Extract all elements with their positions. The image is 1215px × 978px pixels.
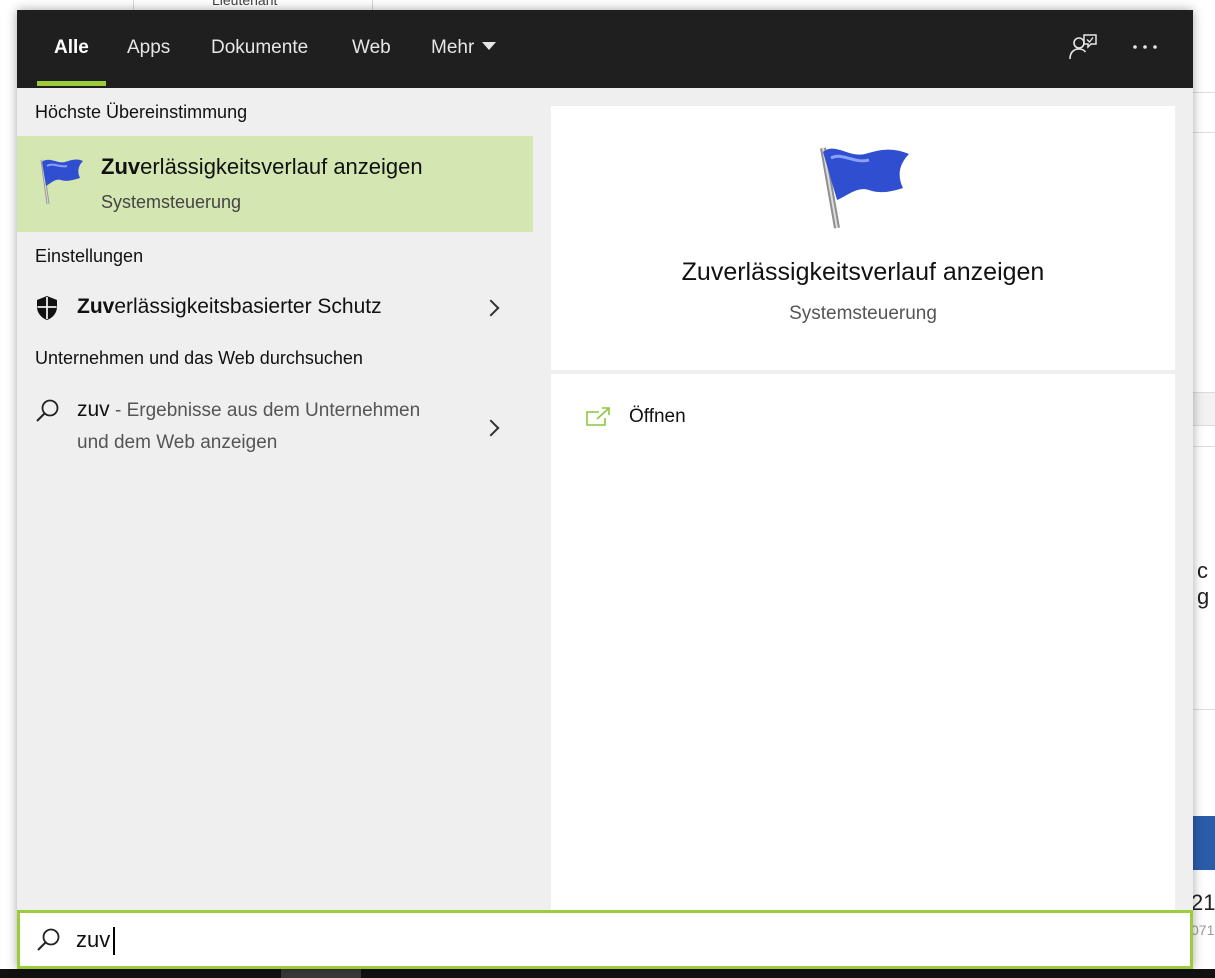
- settings-result-title-rest: erlässigkeitsbasierter Schutz: [114, 295, 382, 318]
- tab-web[interactable]: Web: [352, 10, 391, 88]
- search-flyout: Alle Apps Dokumente Web Mehr Höchste Übe…: [17, 10, 1193, 969]
- search-icon: [35, 398, 61, 424]
- settings-result[interactable]: Zuverlässigkeitsbasierter Schutz: [17, 286, 533, 330]
- search-input[interactable]: [76, 925, 1156, 955]
- best-match-title-rest: erlässigkeitsverlauf anzeigen: [140, 154, 423, 179]
- web-search-description: - Ergebnisse aus dem Unternehmen und dem…: [77, 400, 421, 453]
- search-scope-bar: Alle Apps Dokumente Web Mehr: [17, 10, 1193, 88]
- settings-result-title: Zuverlässigkeitsbasierter Schutz: [77, 295, 382, 319]
- shield-icon: [35, 295, 59, 321]
- web-search-query: zuv: [77, 398, 110, 421]
- feedback-icon[interactable]: [1067, 32, 1099, 64]
- background-header-strip: [1193, 392, 1215, 426]
- tab-more[interactable]: Mehr: [431, 10, 497, 88]
- background-tab: Lieutenant: [133, 0, 373, 10]
- background-divider: [1193, 85, 1215, 93]
- best-match-title: Zuverlässigkeitsverlauf anzeigen: [101, 154, 423, 180]
- best-match-subtitle: Systemsteuerung: [101, 192, 242, 212]
- preview-pane: Zuverlässigkeitsverlauf anzeigen Systems…: [551, 106, 1175, 910]
- open-action-label: Öffnen: [629, 406, 686, 427]
- section-best-match: Höchste Übereinstimmung: [35, 102, 248, 122]
- tab-more-label: Mehr: [431, 37, 475, 58]
- section-settings: Einstellungen: [35, 246, 144, 266]
- background-peek-subtext: 071: [1191, 922, 1215, 938]
- taskbar-item[interactable]: [281, 969, 361, 978]
- search-box[interactable]: [17, 910, 1193, 969]
- search-icon: [36, 927, 62, 953]
- tab-documents[interactable]: Dokumente: [211, 10, 308, 88]
- background-peek-number: 21: [1191, 890, 1215, 915]
- text-cursor: [113, 927, 115, 955]
- results-list: Höchste Übereinstimmung Zuverlässigkeits…: [17, 88, 533, 910]
- caret-down-icon: [482, 42, 497, 50]
- tab-all[interactable]: Alle: [54, 10, 89, 88]
- chevron-right-icon[interactable]: [482, 419, 500, 437]
- best-match-title-bold: Zuv: [101, 154, 141, 179]
- preview-actions: Öffnen: [551, 374, 1175, 910]
- chevron-right-icon[interactable]: [482, 299, 500, 317]
- open-action[interactable]: Öffnen: [585, 402, 785, 432]
- background-peek-text: c g: [1197, 558, 1210, 609]
- preview-subtitle: Systemsteuerung: [789, 303, 937, 324]
- taskbar: [0, 969, 1215, 978]
- web-search-result[interactable]: zuv - Ergebnisse aus dem Unternehmen und…: [17, 394, 533, 470]
- more-options-icon[interactable]: [1129, 32, 1161, 64]
- background-blue-block: [1193, 816, 1215, 870]
- tab-apps[interactable]: Apps: [127, 10, 170, 88]
- preview-header: Zuverlässigkeitsverlauf anzeigen Systems…: [551, 106, 1175, 370]
- flag-icon: [33, 154, 89, 210]
- section-web-search: Unternehmen und das Web durchsuchen: [35, 348, 363, 368]
- web-search-text: zuv - Ergebnisse aus dem Unternehmen und…: [77, 394, 457, 459]
- tab-all-underline: [37, 81, 106, 86]
- preview-title: Zuverlässigkeitsverlauf anzeigen: [681, 258, 1045, 286]
- background-tab-label: Lieutenant: [212, 0, 278, 8]
- settings-result-title-bold: Zuv: [77, 295, 115, 318]
- background-divider: [1193, 132, 1215, 133]
- flag-icon: [813, 142, 913, 234]
- best-match-result[interactable]: Zuverlässigkeitsverlauf anzeigen Systems…: [17, 136, 533, 232]
- open-external-icon: [585, 406, 611, 428]
